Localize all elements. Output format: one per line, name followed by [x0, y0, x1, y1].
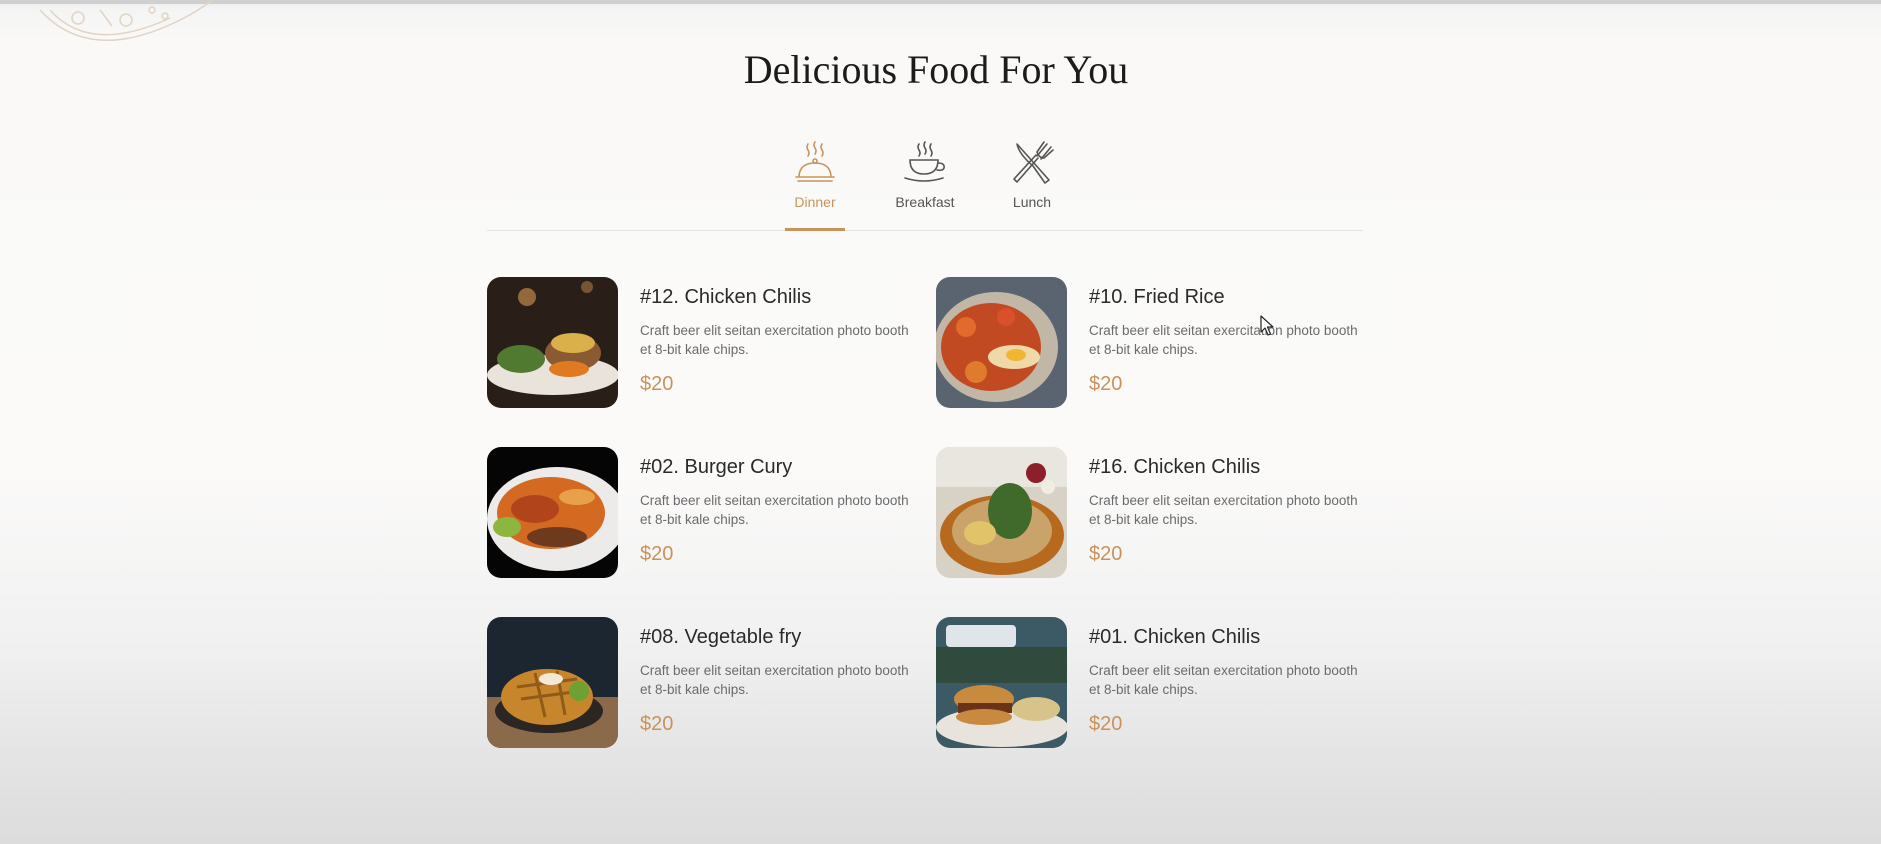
- top-border: [0, 0, 1881, 4]
- tab-label: Breakfast: [895, 194, 955, 210]
- item-name: #12. Chicken Chilis: [640, 286, 812, 308]
- fork-knife-icon: [1013, 141, 1054, 184]
- item-price: $20: [1089, 713, 1123, 735]
- mouse-pointer-icon: [1260, 315, 1274, 336]
- menu-item[interactable]: #12. Chicken Chilis Craft beer elit seit…: [487, 277, 927, 409]
- tab-lunch[interactable]: Lunch: [987, 136, 1077, 230]
- item-price: $20: [1089, 543, 1123, 565]
- food-photo: [936, 277, 1067, 408]
- item-description: Craft beer elit seitan exercitation phot…: [1089, 663, 1358, 697]
- food-photo: [487, 277, 618, 408]
- menu-item[interactable]: #02. Burger Cury Craft beer elit seitan …: [487, 447, 927, 579]
- item-name: #01. Chicken Chilis: [1089, 626, 1261, 648]
- item-price: $20: [1089, 373, 1123, 395]
- item-price: $20: [640, 713, 674, 735]
- tab-label: Dinner: [794, 194, 836, 210]
- food-photo: [487, 617, 618, 748]
- item-name: #10. Fried Rice: [1089, 286, 1225, 308]
- menu-item[interactable]: #01. Chicken Chilis Craft beer elit seit…: [936, 617, 1376, 749]
- item-name: #08. Vegetable fry: [640, 626, 802, 648]
- cloche-icon: [795, 141, 835, 182]
- tab-breakfast[interactable]: Breakfast: [880, 136, 970, 230]
- item-description: Craft beer elit seitan exercitation phot…: [640, 663, 909, 697]
- item-name: #16. Chicken Chilis: [1089, 456, 1261, 478]
- menu-item[interactable]: #08. Vegetable fry Craft beer elit seita…: [487, 617, 927, 749]
- food-photo: [487, 447, 618, 578]
- food-photo: [936, 447, 1067, 578]
- item-description: Craft beer elit seitan exercitation phot…: [1089, 493, 1358, 527]
- menu-category-tabs: Dinner Breakfast Lunch: [487, 136, 1363, 231]
- food-photo: [936, 617, 1067, 748]
- coffee-cup-icon: [904, 141, 945, 182]
- menu-item[interactable]: #10. Fried Rice Craft beer elit seitan e…: [936, 277, 1376, 409]
- item-description: Craft beer elit seitan exercitation phot…: [640, 493, 909, 527]
- item-description: Craft beer elit seitan exercitation phot…: [640, 323, 909, 357]
- item-description: Craft beer elit seitan exercitation phot…: [1089, 323, 1358, 357]
- item-price: $20: [640, 373, 674, 395]
- item-name: #02. Burger Cury: [640, 456, 793, 478]
- tab-label: Lunch: [1012, 194, 1052, 210]
- menu-item[interactable]: #16. Chicken Chilis Craft beer elit seit…: [936, 447, 1376, 579]
- section-title: Delicious Food For You: [743, 47, 1129, 92]
- pizza-sketch-decoration: [39, 0, 214, 41]
- tab-dinner[interactable]: Dinner: [770, 136, 860, 231]
- item-price: $20: [640, 543, 674, 565]
